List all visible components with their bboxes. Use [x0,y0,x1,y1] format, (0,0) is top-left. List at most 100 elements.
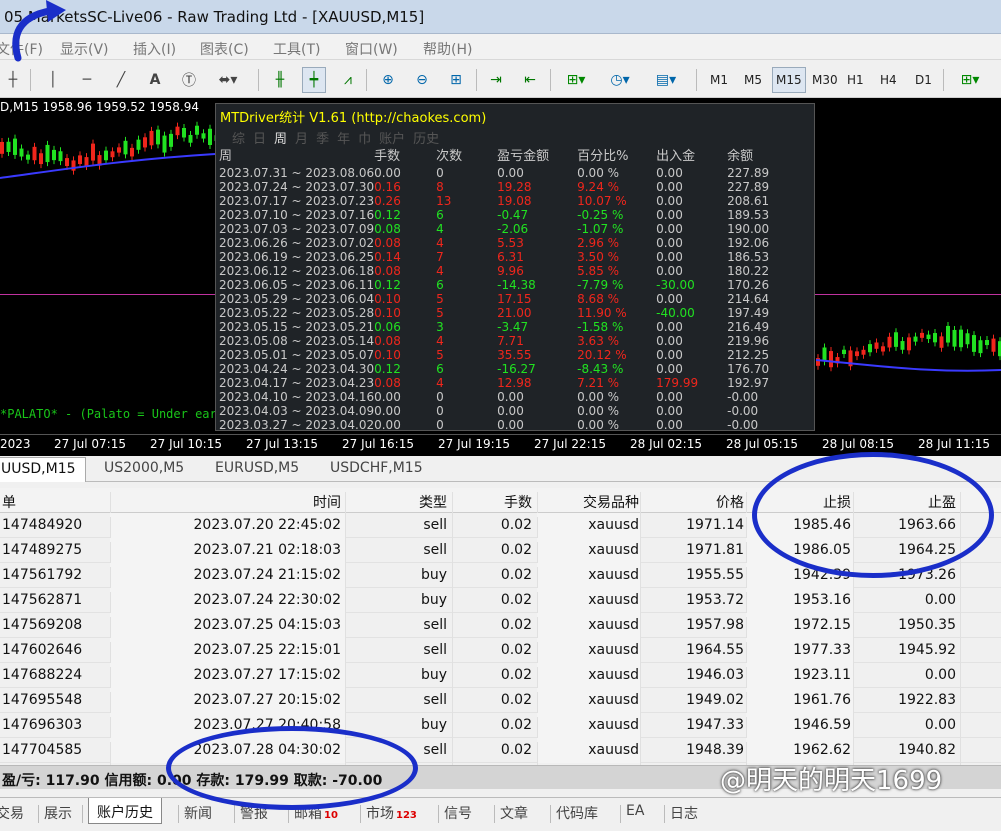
tab-separator [82,805,83,823]
arrows-dropdown-icon[interactable]: ⬌▾ [212,67,244,93]
chart-shift-icon[interactable]: ⇤ [518,67,542,93]
table-row[interactable]: 147561792 2023.07.24 21:15:02 buy 0.02 xauus… [0,563,1001,592]
stats-cell: 179.99 [656,376,699,390]
terminal-tab[interactable]: 交易 [0,803,24,823]
menu-insert[interactable]: 插入(I) [133,39,176,59]
stats-cell: -14.38 [497,278,536,292]
stats-tab[interactable]: 年 [337,132,350,147]
stats-tab[interactable]: 日 [253,132,266,147]
menu-help[interactable]: 帮助(H) [423,39,472,59]
terminal-tab[interactable]: 邮箱 10 [294,803,338,823]
cell-take-profit: 1964.25 [898,542,956,558]
terminal-tab[interactable]: 市场 123 [366,803,417,823]
table-row[interactable]: 147489275 2023.07.21 02:18:03 sell 0.02 xauu… [0,538,1001,567]
text-label-icon[interactable]: Ⓣ [178,67,200,93]
col-header-price[interactable]: 价格 [716,492,744,512]
horizontal-line-icon[interactable]: ─ [76,67,98,93]
stats-cell: 0.00 [374,418,401,432]
tf-h1[interactable]: H1 [843,67,868,93]
col-header-time[interactable]: 时间 [313,492,341,512]
stats-cell: 0.00 % [577,418,620,432]
templates-icon[interactable]: ▤▾ [648,67,684,93]
col-header-order-id[interactable]: 单 [2,492,16,512]
crosshair-icon[interactable]: ┼ [2,67,24,93]
col-header-take-profit[interactable]: 止盈 [928,492,956,512]
col-header-type[interactable]: 类型 [419,492,447,512]
new-order-icon[interactable]: ⊞▾ [952,67,988,93]
zoom-out-icon[interactable]: ⊖ [410,67,434,93]
stats-tab[interactable]: 账户 [379,132,405,147]
stats-cell: 176.70 [727,362,770,376]
stats-row: 2023.05.01 ~ 2023.05.07 0.10 5 35.55 20.12 %… [219,348,787,362]
terminal-tab[interactable]: 展示 [44,803,72,823]
menu-tools[interactable]: 工具(T) [273,39,320,59]
terminal-tab[interactable]: 日志 [670,803,698,823]
chart-tab-xauusd[interactable]: UUSD,M15 [0,457,86,482]
terminal-tab[interactable]: 警报 [240,803,268,823]
table-row[interactable]: 147695548 2023.07.27 20:15:02 sell 0.02 xauu… [0,688,1001,717]
table-row[interactable]: 147696303 2023.07.27 20:40:58 buy 0.02 xauus… [0,713,1001,742]
stats-cell: 2023.05.01 ~ 2023.05.07 [219,348,375,362]
stats-cell: 5.53 [497,236,524,250]
tab-separator [288,805,289,823]
menu-bar: 文件(F) 显示(V) 插入(I) 图表(C) 工具(T) 窗口(W) 帮助(H… [0,34,1001,60]
stats-cell: 0.00 [374,166,401,180]
col-header-stop-loss[interactable]: 止损 [823,492,851,512]
indicators-icon[interactable]: ⊞▾ [560,67,592,93]
menu-window[interactable]: 窗口(W) [345,39,398,59]
time-tick: 2023 [0,437,31,451]
tf-h4[interactable]: H4 [876,67,901,93]
line-chart-icon[interactable]: ⩘ [336,67,360,93]
tf-m30[interactable]: M30 [808,67,842,93]
candlestick-icon[interactable]: ┿ [302,67,326,93]
terminal-tab[interactable]: 代码库 [556,803,598,823]
bar-chart-icon[interactable]: ╫ [268,67,292,93]
stats-tab[interactable]: 周 [274,132,287,147]
chart-tab-eurusd[interactable]: EURUSD,M5 [215,460,299,476]
cell-stop-loss: 1985.46 [793,517,851,533]
table-row[interactable]: 147569208 2023.07.25 04:15:03 sell 0.02 xauu… [0,613,1001,642]
cell-lots: 0.02 [500,617,532,633]
col-header-symbol[interactable]: 交易品种 [583,492,639,512]
tile-windows-icon[interactable]: ⊞ [444,67,468,93]
tf-m5[interactable]: M5 [740,67,766,93]
stats-tab[interactable]: 综 [232,132,245,147]
candle-body [855,351,859,357]
table-row[interactable]: 147562871 2023.07.24 22:30:02 buy 0.02 xauus… [0,588,1001,617]
terminal-tab[interactable]: 文章 [500,803,528,823]
moving-average-line [815,359,1001,372]
candle-body [939,336,944,348]
stats-tab[interactable]: 历史 [413,132,439,147]
col-header-lots[interactable]: 手数 [504,492,532,512]
chart-tab-us2000[interactable]: US2000,M5 [104,460,184,476]
tf-m15[interactable]: M15 [772,67,806,93]
menu-charts[interactable]: 图表(C) [200,39,249,59]
tf-m1[interactable]: M1 [706,67,732,93]
zoom-in-icon[interactable]: ⊕ [376,67,400,93]
stats-row: 2023.04.10 ~ 2023.04.16 0.00 0 0.00 0.00 % 0.… [219,390,787,404]
cell-time: 2023.07.25 22:15:01 [193,642,342,658]
stats-tab[interactable]: 巾 [358,132,371,147]
stats-cell: 0.08 [374,376,401,390]
stats-tab[interactable]: 季 [316,132,329,147]
tf-d1[interactable]: D1 [911,67,936,93]
vertical-line-icon[interactable]: │ [42,67,64,93]
trendline-icon[interactable]: ╱ [110,67,132,93]
table-row[interactable]: 147484920 2023.07.20 22:45:02 sell 0.02 xauu… [0,513,1001,542]
terminal-tab[interactable]: 账户历史 [88,798,162,824]
terminal-tab[interactable]: 信号 [444,803,472,823]
terminal-tab[interactable]: EA [626,803,644,819]
cell-stop-loss: 1961.76 [793,692,851,708]
auto-scroll-icon[interactable]: ⇥ [484,67,508,93]
table-row[interactable]: 147688224 2023.07.27 17:15:02 buy 0.02 xauus… [0,663,1001,692]
period-clock-icon[interactable]: ◷▾ [604,67,636,93]
stats-cell: 19.28 [497,180,532,194]
cell-time: 2023.07.24 22:30:02 [193,592,342,608]
chart-tab-usdchf[interactable]: USDCHF,M15 [330,460,423,476]
stats-cell: 2023.06.26 ~ 2023.07.02 [219,236,375,250]
text-icon[interactable]: A [144,67,166,93]
stats-cell: 4 [436,264,444,278]
stats-tab[interactable]: 月 [295,132,308,147]
table-row[interactable]: 147602646 2023.07.25 22:15:01 sell 0.02 xauu… [0,638,1001,667]
terminal-tab[interactable]: 新闻 [184,803,212,823]
